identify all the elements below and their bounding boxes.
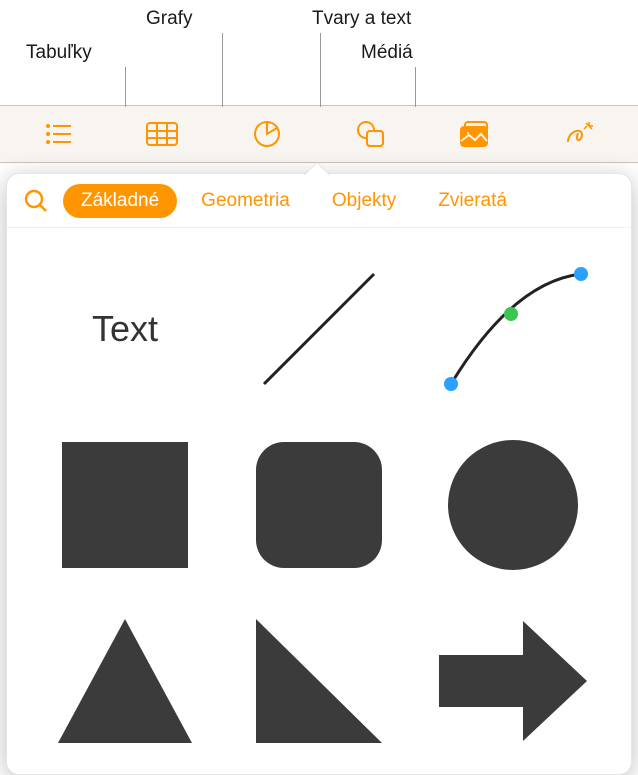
category-tabs: Základné Geometria Objekty Zvieratá bbox=[63, 184, 621, 218]
callout-tables: Tabuľky bbox=[26, 42, 92, 64]
category-bar: Základné Geometria Objekty Zvieratá bbox=[7, 174, 631, 228]
circle-icon bbox=[438, 430, 588, 580]
outline-button[interactable] bbox=[6, 106, 110, 162]
shape-triangle[interactable] bbox=[41, 606, 209, 756]
curve-icon bbox=[433, 254, 593, 404]
arrow-right-icon bbox=[433, 611, 593, 751]
callout-media: Médiá bbox=[361, 42, 413, 64]
draw-button[interactable] bbox=[528, 106, 632, 162]
shape-arrow-right[interactable] bbox=[429, 606, 597, 756]
shapes-popover: Základné Geometria Objekty Zvieratá Text bbox=[6, 173, 632, 775]
shapes-icon bbox=[355, 119, 387, 149]
popover-arrow bbox=[305, 163, 329, 175]
shape-square[interactable] bbox=[41, 430, 209, 580]
shape-rounded-square[interactable] bbox=[235, 430, 403, 580]
triangle-icon bbox=[50, 611, 200, 751]
search-icon bbox=[23, 188, 49, 214]
media-button[interactable] bbox=[423, 106, 527, 162]
tab-animals[interactable]: Zvieratá bbox=[420, 184, 525, 218]
tab-geometry[interactable]: Geometria bbox=[183, 184, 308, 218]
tables-button[interactable] bbox=[110, 106, 214, 162]
tables-icon bbox=[145, 120, 179, 148]
rounded-square-icon bbox=[244, 430, 394, 580]
charts-button[interactable] bbox=[215, 106, 319, 162]
shape-right-triangle[interactable] bbox=[235, 606, 403, 756]
shape-text-label: Text bbox=[92, 308, 158, 350]
shape-text[interactable]: Text bbox=[41, 254, 209, 404]
search-button[interactable] bbox=[17, 188, 55, 214]
tab-objects[interactable]: Objekty bbox=[314, 184, 414, 218]
tab-basic[interactable]: Základné bbox=[63, 184, 177, 218]
callout-charts: Grafy bbox=[146, 8, 192, 30]
square-icon bbox=[50, 430, 200, 580]
callout-line bbox=[222, 33, 223, 107]
outline-icon bbox=[43, 120, 73, 148]
callout-line bbox=[415, 67, 416, 107]
callout-region: Tabuľky Grafy Tvary a text Médiá bbox=[0, 0, 638, 105]
toolbar bbox=[0, 105, 638, 163]
right-triangle-icon bbox=[244, 611, 394, 751]
shapes-popover-container: Základné Geometria Objekty Zvieratá Text bbox=[0, 173, 638, 775]
shapes-button[interactable] bbox=[319, 106, 423, 162]
media-icon bbox=[458, 119, 492, 149]
shape-curve[interactable] bbox=[429, 254, 597, 404]
charts-icon bbox=[252, 119, 282, 149]
callout-shapes-text: Tvary a text bbox=[312, 8, 411, 30]
callout-line bbox=[320, 33, 321, 107]
shape-line[interactable] bbox=[235, 254, 403, 404]
shapes-grid: Text bbox=[7, 228, 631, 774]
callout-line bbox=[125, 67, 126, 107]
line-icon bbox=[244, 254, 394, 404]
shape-circle[interactable] bbox=[429, 430, 597, 580]
draw-icon bbox=[564, 119, 596, 149]
